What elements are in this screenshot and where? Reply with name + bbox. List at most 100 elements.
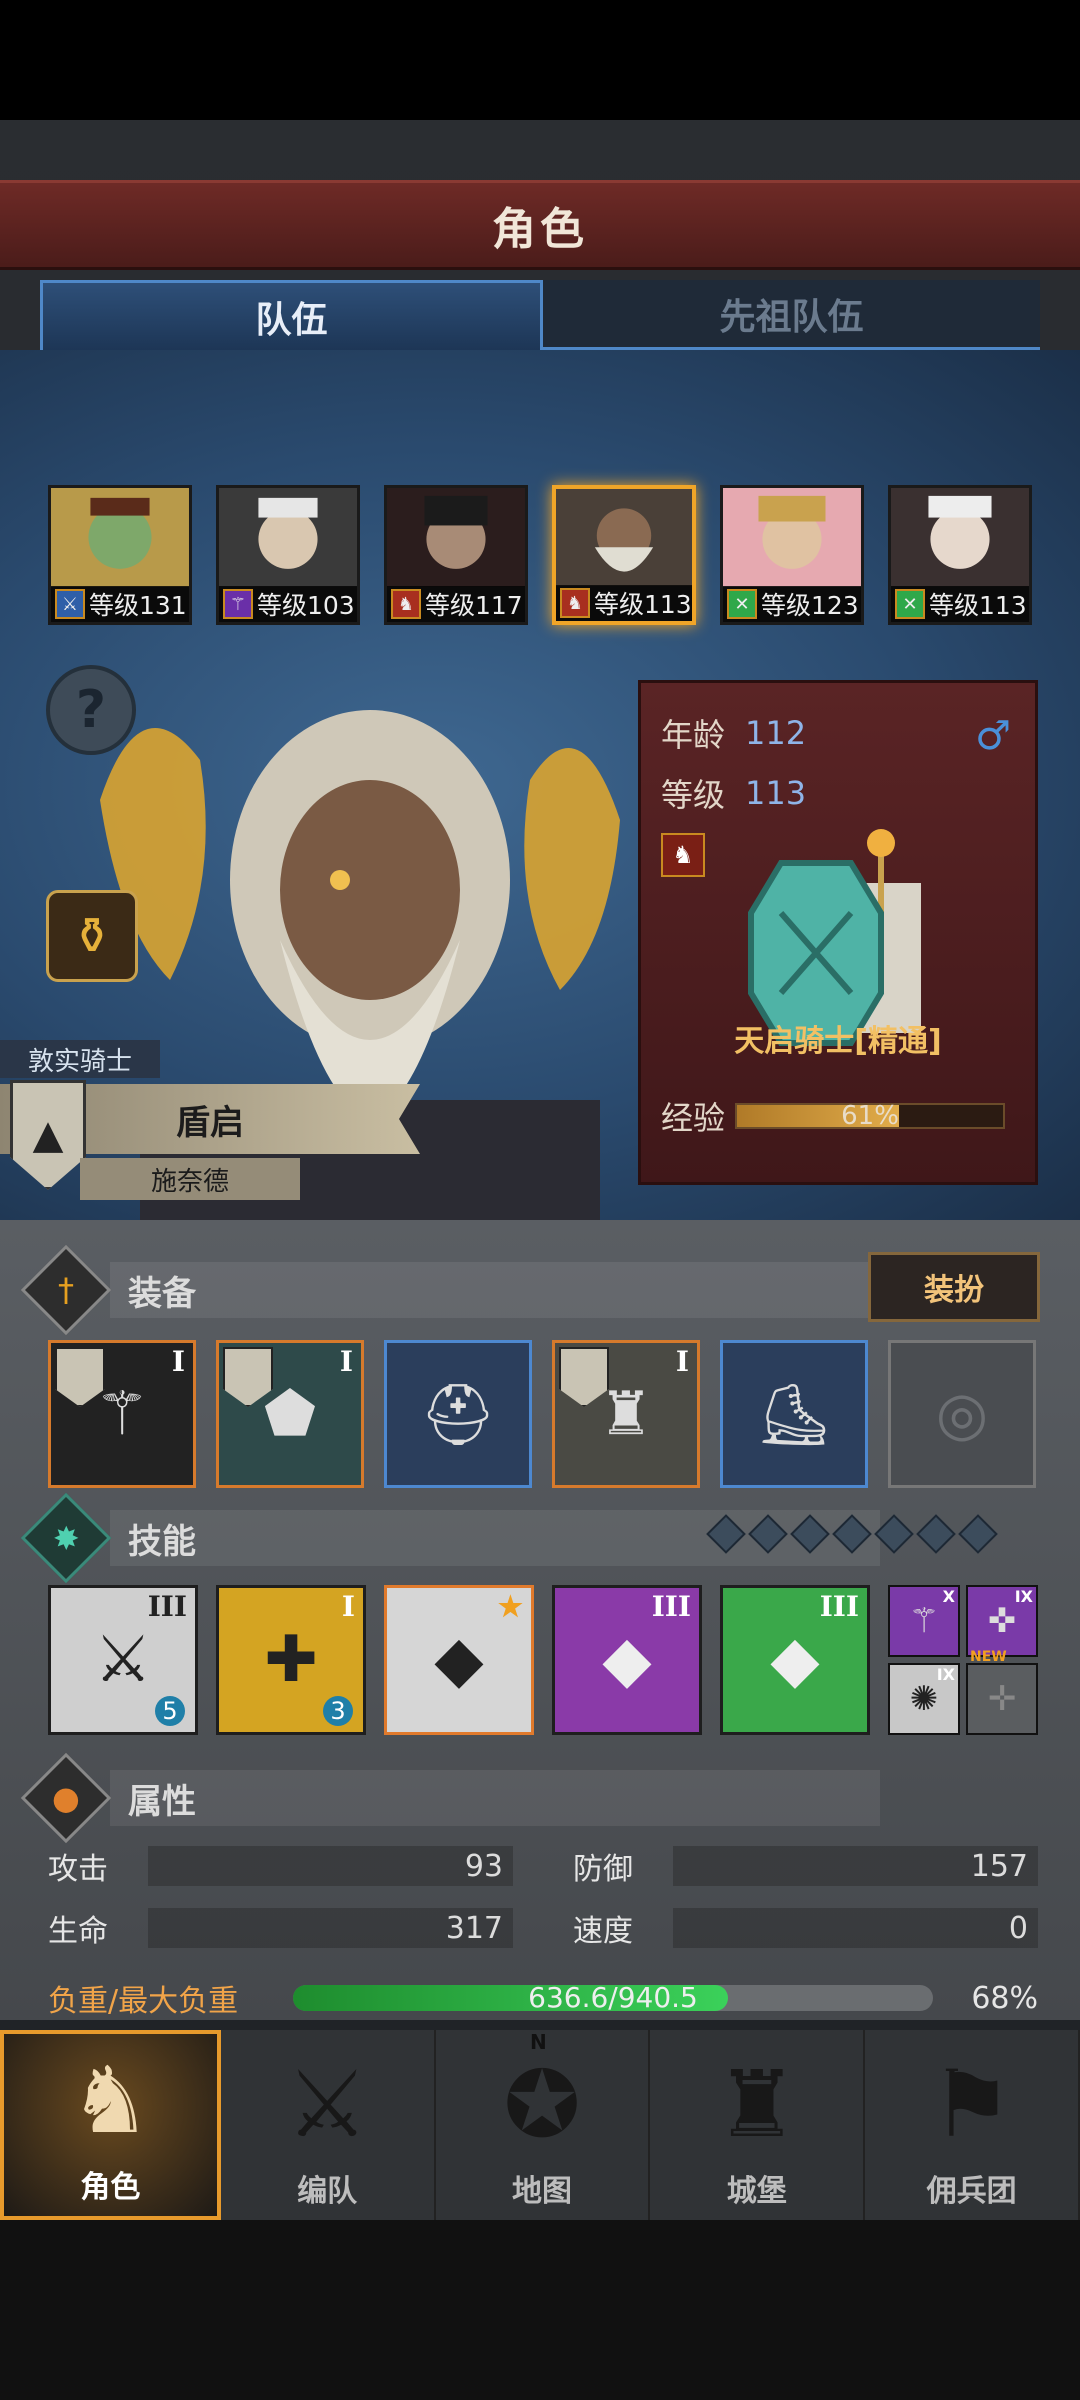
spear-skill-icon: ⚔ bbox=[94, 1623, 152, 1697]
page-title: 角色 bbox=[492, 204, 588, 255]
nav-castle[interactable]: ♜ 城堡 bbox=[650, 2030, 866, 2220]
skill-slot[interactable]: ★ ◆ bbox=[384, 1585, 534, 1735]
attribute-stats: 攻击 93 防御 157 生命 317 速度 0 负重/最大负重 636.6/940.5… bbox=[48, 1835, 1038, 2033]
passive-skill-grid: X ⚚ IX ✜ IX ✺ NEW ✛ bbox=[888, 1585, 1038, 1735]
nav-character[interactable]: ♞ 角色 bbox=[0, 2030, 221, 2220]
hero-portrait-icon bbox=[51, 488, 189, 587]
hero-info-panel: 年龄 112 ♂ 等级 113 ♞ 天启骑士[精通] 经验 61% bbox=[638, 680, 1038, 1185]
horse-icon: ♞ bbox=[560, 588, 590, 618]
hero-level: 等级113 bbox=[594, 590, 692, 619]
hero-card[interactable]: ✕ 等级123 bbox=[720, 485, 864, 625]
weapon-slot[interactable]: I ⚚ bbox=[48, 1340, 196, 1488]
bow-icon: ✕ bbox=[727, 589, 757, 619]
crystal-green-icon: ◆ bbox=[770, 1623, 820, 1697]
ring-icon: ◎ bbox=[935, 1379, 989, 1449]
skill-slot[interactable]: I ✚ 3 bbox=[216, 1585, 366, 1735]
equipment-slots: I ⚚ I ⬟ ⛑ I ♜ ⛸ ◎ bbox=[48, 1340, 1036, 1488]
passive-skill[interactable]: IX ✺ bbox=[888, 1663, 960, 1735]
bottom-nav: ♞ 角色 ⚔ 编队 ✪ 地图 ♜ 城堡 ⚑ 佣兵团 bbox=[0, 2030, 1080, 2220]
hero-portrait-icon bbox=[556, 489, 692, 587]
equipment-section-header: † 装备 bbox=[20, 1244, 196, 1336]
knight-icon: ♞ bbox=[69, 2047, 152, 2154]
hero-card-selected[interactable]: ♞ 等级113 bbox=[552, 485, 696, 625]
skill-slot[interactable]: III ⚔ 5 bbox=[48, 1585, 198, 1735]
class-name: 天启骑士[精通] bbox=[734, 1024, 942, 1059]
skill-point bbox=[874, 1514, 914, 1554]
person-section-icon: ● bbox=[20, 1752, 112, 1844]
potion-button[interactable]: ⚱ bbox=[46, 890, 138, 982]
hero-card[interactable]: ⚔ 等级131 bbox=[48, 485, 192, 625]
horse-class-icon[interactable]: ♞ bbox=[661, 833, 705, 877]
boots-icon: ⛸ bbox=[755, 1379, 833, 1450]
crystal-purple-icon: ◆ bbox=[602, 1623, 652, 1697]
potion-icon: ⚱ bbox=[71, 907, 113, 965]
nav-map[interactable]: ✪ 地图 bbox=[436, 2030, 651, 2220]
hero-roster: ⚔ 等级131 ⚚ 等级103 ♞ 等级117 ♞ 等级113 ✕ 等级123 ✕ 等级11… bbox=[48, 485, 1038, 625]
nav-formation[interactable]: ⚔ 编队 bbox=[221, 2030, 436, 2220]
hero-nameplate: 敦实骑士 盾启 ▲ 施奈德 bbox=[0, 1040, 430, 1210]
stat-health: 生命 317 bbox=[48, 1908, 513, 1949]
star-section-icon: ✸ bbox=[20, 1492, 112, 1584]
skill-point bbox=[916, 1514, 956, 1554]
skill-point bbox=[790, 1514, 830, 1554]
sword-section-icon: † bbox=[20, 1244, 112, 1336]
horse-icon: ♞ bbox=[391, 589, 421, 619]
exp-bar: 61% bbox=[735, 1101, 1006, 1131]
hero-level: 等级123 bbox=[761, 591, 859, 620]
stat-speed: 速度 0 bbox=[573, 1908, 1038, 1949]
skill-point bbox=[706, 1514, 746, 1554]
boots-slot[interactable]: ⛸ bbox=[720, 1340, 868, 1488]
level-value: 113 bbox=[745, 774, 807, 812]
load-row: 负重/最大负重 636.6/940.5 68% bbox=[48, 1963, 1038, 2033]
crest-shield-icon: ▲ bbox=[10, 1080, 86, 1190]
equipment-label: 装备 bbox=[128, 1273, 196, 1314]
helmet-slot[interactable]: ⛑ bbox=[384, 1340, 532, 1488]
hero-level: 等级113 bbox=[929, 591, 1027, 620]
hero-card[interactable]: ♞ 等级117 bbox=[384, 485, 528, 625]
exp-percent: 61% bbox=[841, 1101, 899, 1131]
attributes-label: 属性 bbox=[128, 1781, 196, 1822]
cross-mini-icon: ✛ bbox=[987, 1679, 1017, 1719]
skill-point bbox=[958, 1514, 998, 1554]
load-percent: 68% bbox=[971, 1980, 1038, 2016]
nav-mercenary[interactable]: ⚑ 佣兵团 bbox=[865, 2030, 1080, 2220]
skill-point bbox=[748, 1514, 788, 1554]
tab-team[interactable]: 队伍 bbox=[40, 280, 543, 350]
armor-slot[interactable]: I ♜ bbox=[552, 1340, 700, 1488]
skill-points bbox=[706, 1514, 998, 1554]
skill-slot[interactable]: III ◆ bbox=[552, 1585, 702, 1735]
hero-card[interactable]: ✕ 等级113 bbox=[888, 485, 1032, 625]
status-bar bbox=[0, 0, 1080, 120]
attributes-section-header: ● 属性 bbox=[20, 1752, 196, 1844]
age-value: 112 bbox=[745, 714, 807, 752]
compass-map-icon: ✪ bbox=[503, 2051, 581, 2158]
skill-slot[interactable]: III ◆ bbox=[720, 1585, 870, 1735]
skills-label: 技能 bbox=[128, 1521, 196, 1562]
tab-ancestor-team[interactable]: 先祖队伍 bbox=[543, 280, 1040, 350]
hero-portrait-icon bbox=[387, 488, 525, 587]
exp-label: 经验 bbox=[661, 1099, 726, 1137]
hero-portrait-icon bbox=[219, 488, 357, 587]
heal-shield-icon: ✚ bbox=[264, 1623, 318, 1697]
passive-skill[interactable]: X ⚚ bbox=[888, 1585, 960, 1657]
formation-icon: ⚔ bbox=[285, 2051, 369, 2158]
hero-card[interactable]: ⚚ 等级103 bbox=[216, 485, 360, 625]
staff-mini-icon: ⚚ bbox=[908, 1601, 940, 1641]
ring-slot[interactable]: ◎ bbox=[888, 1340, 1036, 1488]
passive-skill-empty[interactable]: NEW ✛ bbox=[966, 1649, 1038, 1735]
stat-defense: 防御 157 bbox=[573, 1846, 1038, 1887]
passive-skill[interactable]: IX ✜ bbox=[966, 1585, 1038, 1657]
hero-title: 敦实骑士 bbox=[0, 1040, 160, 1078]
compass-north-marker: N bbox=[530, 2030, 547, 2054]
staff-icon: ⚚ bbox=[223, 589, 253, 619]
outfit-button[interactable]: 装扮 bbox=[868, 1252, 1040, 1322]
target-mini-icon: ✜ bbox=[987, 1601, 1017, 1641]
castle-icon: ♜ bbox=[715, 2051, 799, 2158]
load-label: 负重/最大负重 bbox=[48, 1984, 239, 2019]
skill-slots: III ⚔ 5 I ✚ 3 ★ ◆ III ◆ III ◆ X ⚚ IX ✜ IX ✺ NEW ✛ bbox=[48, 1585, 1038, 1735]
offhand-slot[interactable]: I ⬟ bbox=[216, 1340, 364, 1488]
hero-portrait-icon bbox=[723, 488, 861, 587]
hero-portrait-icon bbox=[891, 488, 1029, 587]
title-bar: 角色 bbox=[0, 180, 1080, 270]
mercenary-icon: ⚑ bbox=[930, 2051, 1013, 2158]
